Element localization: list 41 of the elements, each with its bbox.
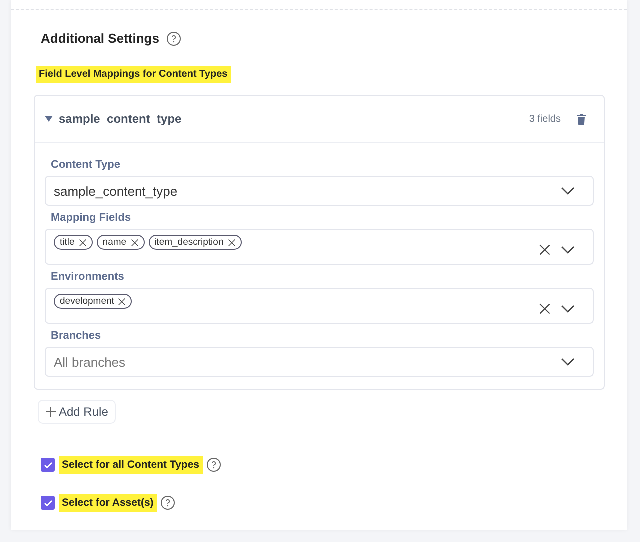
remove-icon[interactable] <box>118 298 126 306</box>
trash-icon[interactable] <box>577 114 586 124</box>
field-label: Mapping Fields <box>51 212 132 224</box>
rule-name: sample_content_type <box>59 112 183 126</box>
multi-select-field[interactable]: development <box>45 288 594 324</box>
chevron-down-icon[interactable] <box>561 246 575 254</box>
checkbox[interactable] <box>41 458 55 472</box>
plus-icon <box>46 407 56 417</box>
help-icon[interactable] <box>167 32 182 46</box>
checkbox-label: Select for Asset(s) <box>59 494 157 512</box>
checkbox-label: Select for all Content Types <box>59 456 202 474</box>
section-subtitle: Field Level Mappings for Content Types <box>36 66 231 83</box>
select-placeholder: All branches <box>54 354 127 370</box>
multi-select-field[interactable]: title name item_description <box>45 229 594 265</box>
help-icon[interactable] <box>160 496 175 510</box>
remove-icon[interactable] <box>228 238 236 246</box>
tag-chip[interactable]: development <box>54 294 132 309</box>
select-field[interactable]: sample_content_type <box>45 176 594 206</box>
chevron-down-icon[interactable] <box>561 187 575 195</box>
check-icon <box>44 500 52 506</box>
clear-icon[interactable] <box>539 244 551 256</box>
tag-chip[interactable]: item_description <box>148 235 242 250</box>
tag-chip[interactable]: name <box>96 235 145 250</box>
checkbox[interactable] <box>41 496 55 510</box>
field-label: Branches <box>51 330 102 342</box>
field-label: Environments <box>51 271 126 283</box>
tag-chip[interactable]: title <box>54 235 93 250</box>
section-title: Additional Settings <box>41 31 160 46</box>
check-icon <box>44 462 52 468</box>
add-rule-button[interactable]: Add Rule <box>38 400 116 424</box>
select-field[interactable]: All branches <box>45 347 594 377</box>
field-label: Content Type <box>51 159 122 171</box>
select-value: sample_content_type <box>54 184 179 198</box>
remove-icon[interactable] <box>78 238 87 246</box>
chevron-down-icon[interactable] <box>561 358 575 366</box>
field-count: 3 fields <box>529 114 561 124</box>
caret-icon[interactable] <box>45 116 53 122</box>
chevron-down-icon[interactable] <box>561 304 575 312</box>
remove-icon[interactable] <box>130 238 139 246</box>
help-icon[interactable] <box>206 458 220 472</box>
clear-icon[interactable] <box>539 302 551 314</box>
